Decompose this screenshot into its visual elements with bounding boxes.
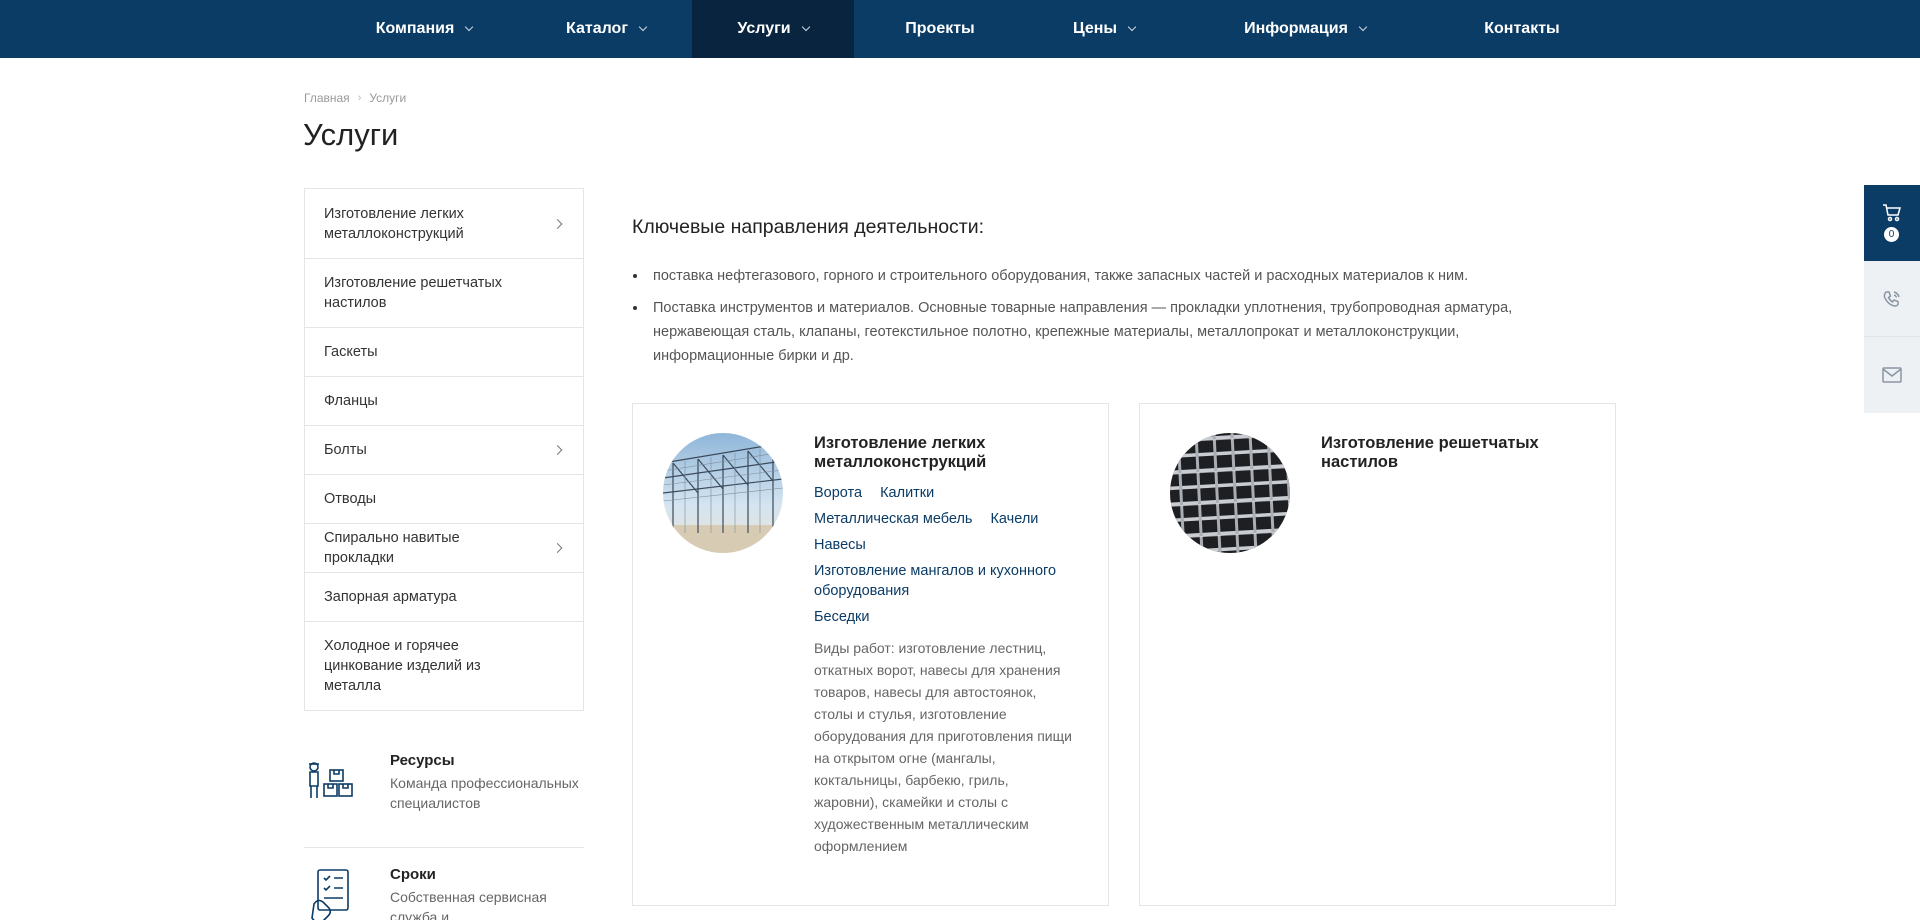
link-grills-kitchen[interactable]: Изготовление мангалов и кухонного оборуд…	[814, 561, 1066, 601]
sidebar-item-label: Фланцы	[324, 393, 378, 409]
sidebar-item-valves[interactable]: Запорная арматура	[305, 572, 583, 621]
link-wickets[interactable]: Калитки	[880, 483, 934, 503]
email-button[interactable]	[1864, 337, 1920, 413]
activity-list: поставка нефтегазового, горного и строит…	[632, 264, 1582, 376]
nav-item-contacts[interactable]: Контакты	[1440, 0, 1604, 58]
sidebar-menu: Изготовление легких металлоконструкций И…	[304, 188, 584, 711]
checklist-hand-icon	[304, 866, 362, 920]
steel-frame-structure-photo[interactable]	[663, 433, 783, 553]
sidebar-item-elbows[interactable]: Отводы	[305, 474, 583, 523]
sidebar-item-galvanizing[interactable]: Холодное и горячее цинкование изделий из…	[305, 621, 583, 710]
card-links: Ворота Калитки Металлическая мебель Каче…	[814, 483, 1084, 633]
link-gazebos[interactable]: Беседки	[814, 607, 869, 627]
feature-resources: Ресурсы Команда профессиональных специал…	[304, 752, 584, 813]
link-swings[interactable]: Качели	[990, 509, 1038, 529]
nav-label: Каталог	[566, 20, 628, 37]
chevron-down-icon	[1358, 22, 1368, 32]
nav-item-services[interactable]: Услуги	[692, 0, 854, 58]
top-navigation: Компания Каталог Услуги Проекты Цены Инф…	[0, 0, 1920, 58]
sidebar-item-gaskets[interactable]: Гаскеты	[305, 327, 583, 376]
sidebar-item-label: Спирально навитые прокладки	[324, 530, 460, 566]
cart-count-badge: 0	[1884, 227, 1899, 242]
callback-button[interactable]	[1864, 261, 1920, 337]
breadcrumb: Главная › Услуги	[304, 91, 406, 105]
sidebar-item-grating[interactable]: Изготовление решетчатых настилов	[305, 258, 583, 327]
sidebar-item-label: Отводы	[324, 491, 377, 507]
nav-item-company[interactable]: Компания	[344, 0, 504, 58]
page-title: Услуги	[303, 117, 399, 152]
chevron-right-icon	[552, 445, 563, 455]
chevron-down-icon	[465, 22, 474, 32]
list-item: поставка нефтегазового, горного и строит…	[632, 264, 1582, 288]
sidebar-item-label: Изготовление легких металлоконструкций	[324, 205, 464, 242]
chevron-down-icon	[801, 22, 810, 32]
feature-timing: Сроки Собственная сервисная служба и	[304, 866, 584, 920]
feature-text: Собственная сервисная служба и	[390, 889, 547, 920]
nav-label: Услуги	[737, 20, 791, 37]
section-title: Ключевые направления деятельности:	[632, 216, 985, 238]
chevron-down-icon	[638, 22, 648, 32]
feature-text: Команда профессиональных специалистов	[390, 775, 579, 811]
cart-button[interactable]: 0	[1864, 185, 1920, 261]
worker-boxes-icon	[304, 752, 362, 810]
card-description: Виды работ: изготовление лестниц, откатн…	[814, 640, 1072, 854]
breadcrumb-current: Услуги	[369, 91, 407, 105]
sidebar-item-label: Изготовление решетчатых настилов	[324, 275, 503, 311]
link-metal-furniture[interactable]: Металлическая мебель	[814, 509, 972, 529]
nav-item-information[interactable]: Информация	[1220, 0, 1390, 58]
link-canopies[interactable]: Навесы	[814, 535, 866, 555]
nav-label: Проекты	[905, 20, 975, 37]
nav-label: Компания	[375, 20, 455, 37]
phone-icon	[1883, 290, 1900, 307]
sidebar-item-label: Холодное и горячее цинкование изделий из…	[324, 638, 481, 694]
list-item: Поставка инструментов и материалов. Осно…	[632, 296, 1582, 368]
feature-title: Сроки	[390, 866, 436, 883]
floating-action-panel: 0	[1864, 185, 1920, 413]
service-card-grating: Изготовление решетчатых настилов	[1139, 403, 1616, 906]
chevron-right-icon	[552, 218, 563, 229]
sidebar-item-label: Запорная арматура	[324, 589, 457, 605]
mail-icon	[1882, 367, 1902, 383]
divider	[304, 847, 584, 848]
nav-item-catalog[interactable]: Каталог	[526, 0, 686, 58]
sidebar-item-label: Гаскеты	[324, 344, 378, 360]
feature-title: Ресурсы	[390, 752, 455, 769]
nav-label: Цены	[1072, 20, 1118, 37]
sidebar-item-bolts[interactable]: Болты	[305, 425, 583, 474]
breadcrumb-home-link[interactable]: Главная	[304, 91, 350, 105]
card-title[interactable]: Изготовление решетчатых настилов	[1321, 434, 1581, 472]
sidebar-item-label: Болты	[324, 442, 367, 458]
sidebar-item-flanges[interactable]: Фланцы	[305, 376, 583, 425]
nav-label: Информация	[1244, 20, 1348, 37]
sidebar-item-spiral-gaskets[interactable]: Спирально навитые прокладки	[305, 523, 583, 572]
chevron-down-icon	[1127, 22, 1137, 32]
card-title[interactable]: Изготовление легких металлоконструкций	[814, 434, 1074, 472]
nav-item-projects[interactable]: Проекты	[860, 0, 1020, 58]
metal-grating-photo[interactable]	[1170, 433, 1290, 553]
cart-icon	[1883, 204, 1901, 222]
sidebar-item-light-metal-structures[interactable]: Изготовление легких металлоконструкций	[305, 189, 583, 258]
nav-label: Контакты	[1484, 20, 1560, 37]
breadcrumb-separator-icon: ›	[357, 92, 362, 104]
nav-item-prices[interactable]: Цены	[1024, 0, 1184, 58]
service-card-light-metal-structures: Изготовление легких металлоконструкций В…	[632, 403, 1109, 906]
chevron-right-icon	[552, 543, 563, 553]
link-gates[interactable]: Ворота	[814, 483, 862, 503]
